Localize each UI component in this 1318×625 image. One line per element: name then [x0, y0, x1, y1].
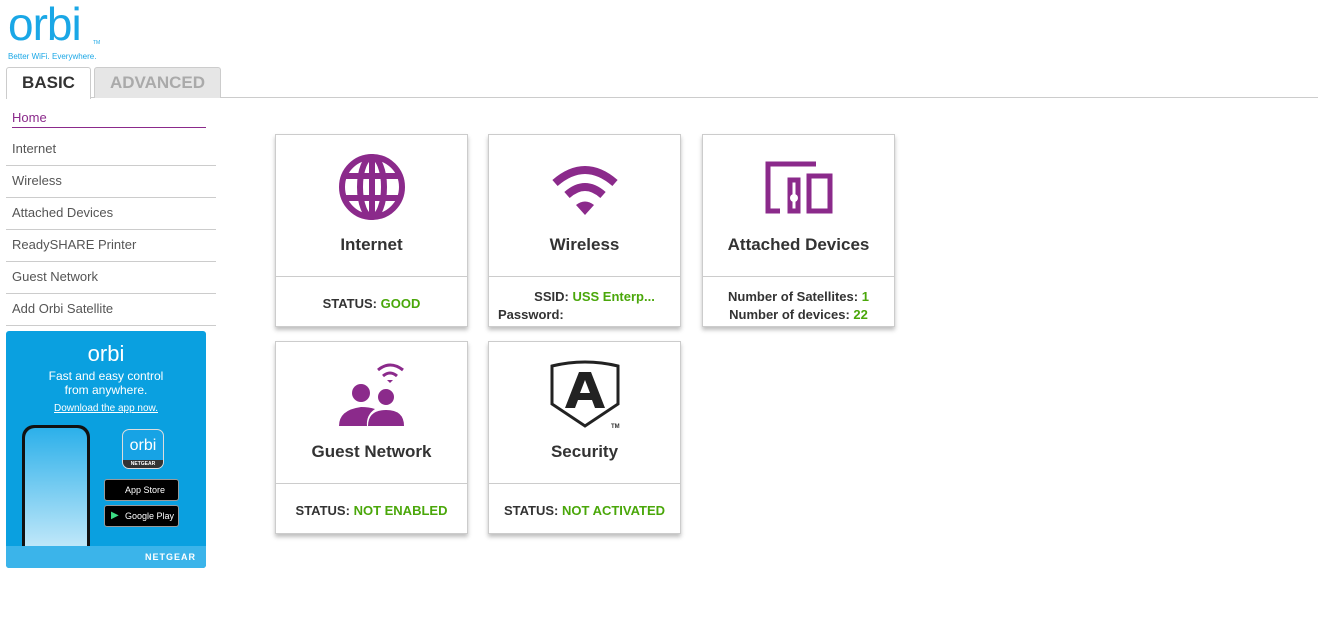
app-store-button[interactable]: App Store: [104, 479, 179, 501]
orbi-app-icon: orbi NETGEAR: [122, 429, 164, 469]
play-icon: ▶: [111, 510, 119, 521]
guest-users-icon: [338, 363, 404, 426]
netgear-logo: NETGEAR: [6, 546, 206, 568]
sidebar-item-guest-network[interactable]: Guest Network: [6, 262, 216, 294]
orbi-logo: orbi TM Better WiFi. Everywhere.: [8, 0, 101, 61]
wireless-card[interactable]: Wireless SSID: USS Enterp... Password:: [488, 134, 681, 327]
tab-basic[interactable]: BASIC: [6, 67, 91, 99]
guest-network-card[interactable]: Guest Network STATUS: NOT ENABLED: [275, 341, 468, 534]
tab-advanced[interactable]: ADVANCED: [94, 67, 221, 98]
sidebar-item-add-orbi-satellite[interactable]: Add Orbi Satellite: [6, 294, 216, 326]
sidebar-item-readyshare-printer[interactable]: ReadySHARE Printer: [6, 230, 216, 262]
google-play-button[interactable]: ▶ Google Play: [104, 505, 179, 527]
globe-icon: [338, 154, 405, 220]
attached-devices-card[interactable]: Attached Devices Number of Satellites: 1…: [702, 134, 895, 327]
sidebar: Home Internet Wireless Attached Devices …: [6, 102, 216, 326]
download-app-link[interactable]: Download the app now.: [6, 403, 206, 414]
ssid-value: USS Enterp...: [572, 289, 655, 304]
armor-shield-icon: [550, 360, 619, 428]
security-card[interactable]: TM Security STATUS: NOT ACTIVATED: [488, 341, 681, 534]
app-promo-banner[interactable]: orbi Fast and easy control from anywhere…: [6, 331, 206, 568]
sidebar-item-internet[interactable]: Internet: [6, 134, 216, 166]
sidebar-item-attached-devices[interactable]: Attached Devices: [6, 198, 216, 230]
sidebar-item-wireless[interactable]: Wireless: [6, 166, 216, 198]
sidebar-item-home[interactable]: Home: [6, 102, 216, 134]
devices-icon: [765, 161, 832, 214]
internet-status: GOOD: [380, 296, 421, 311]
internet-card[interactable]: Internet STATUS: GOOD: [275, 134, 468, 327]
wifi-icon: [551, 166, 618, 215]
main-tabs: BASIC ADVANCED: [6, 67, 1318, 99]
